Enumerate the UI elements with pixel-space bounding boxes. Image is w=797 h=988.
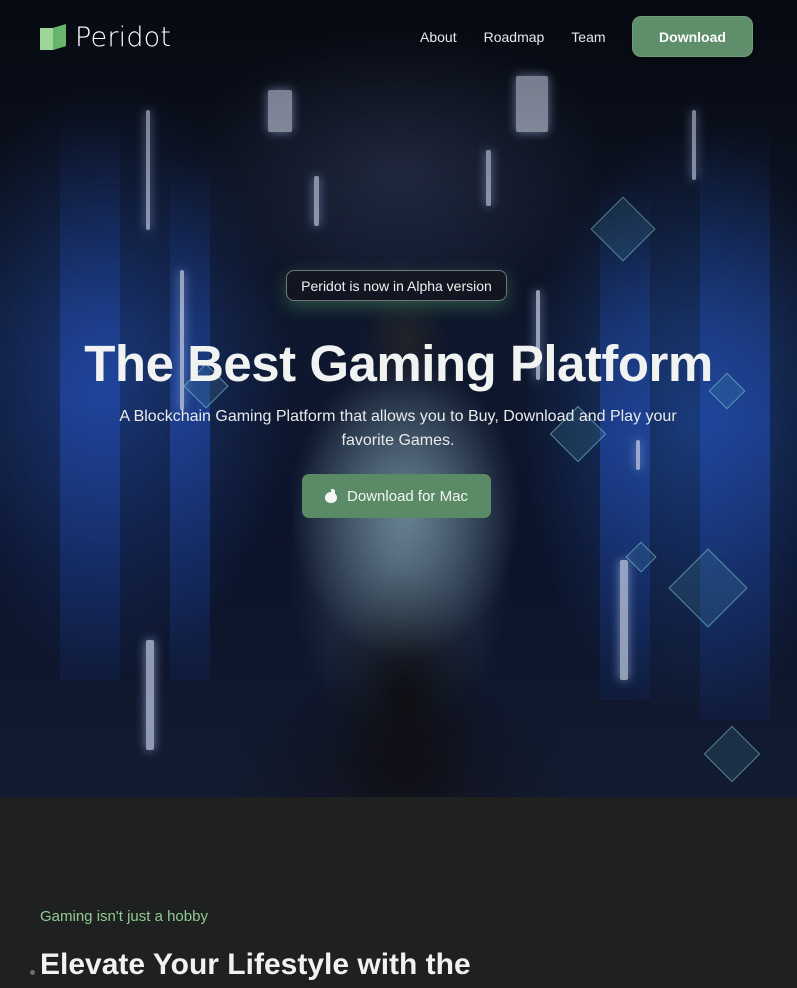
section-title: Elevate Your Lifestyle with the <box>40 948 471 981</box>
peridot-logo-icon <box>40 24 67 51</box>
apple-icon <box>325 489 338 503</box>
alpha-version-badge: Peridot is now in Alpha version <box>286 270 507 301</box>
decorative-dot <box>30 970 35 975</box>
brand-logo[interactable]: Peridot <box>40 22 171 53</box>
download-button[interactable]: Download <box>632 16 753 57</box>
hero-background-image <box>0 0 797 797</box>
section-eyebrow: Gaming isn't just a hobby <box>40 908 208 925</box>
nav-links: About Roadmap Team <box>420 29 606 45</box>
top-navigation: Peridot About Roadmap Team Download <box>0 0 797 74</box>
nav-link-about[interactable]: About <box>420 29 457 45</box>
nav-link-team[interactable]: Team <box>571 29 605 45</box>
download-for-mac-button[interactable]: Download for Mac <box>302 474 491 518</box>
nav-link-roadmap[interactable]: Roadmap <box>484 29 545 45</box>
hero-title: The Best Gaming Platform <box>84 335 713 392</box>
brand-name: Peridot <box>75 22 172 53</box>
hero-subtitle: A Blockchain Gaming Platform that allows… <box>119 408 677 449</box>
download-for-mac-label: Download for Mac <box>347 487 468 505</box>
features-section: Gaming isn't just a hobby Elevate Your L… <box>0 797 797 988</box>
